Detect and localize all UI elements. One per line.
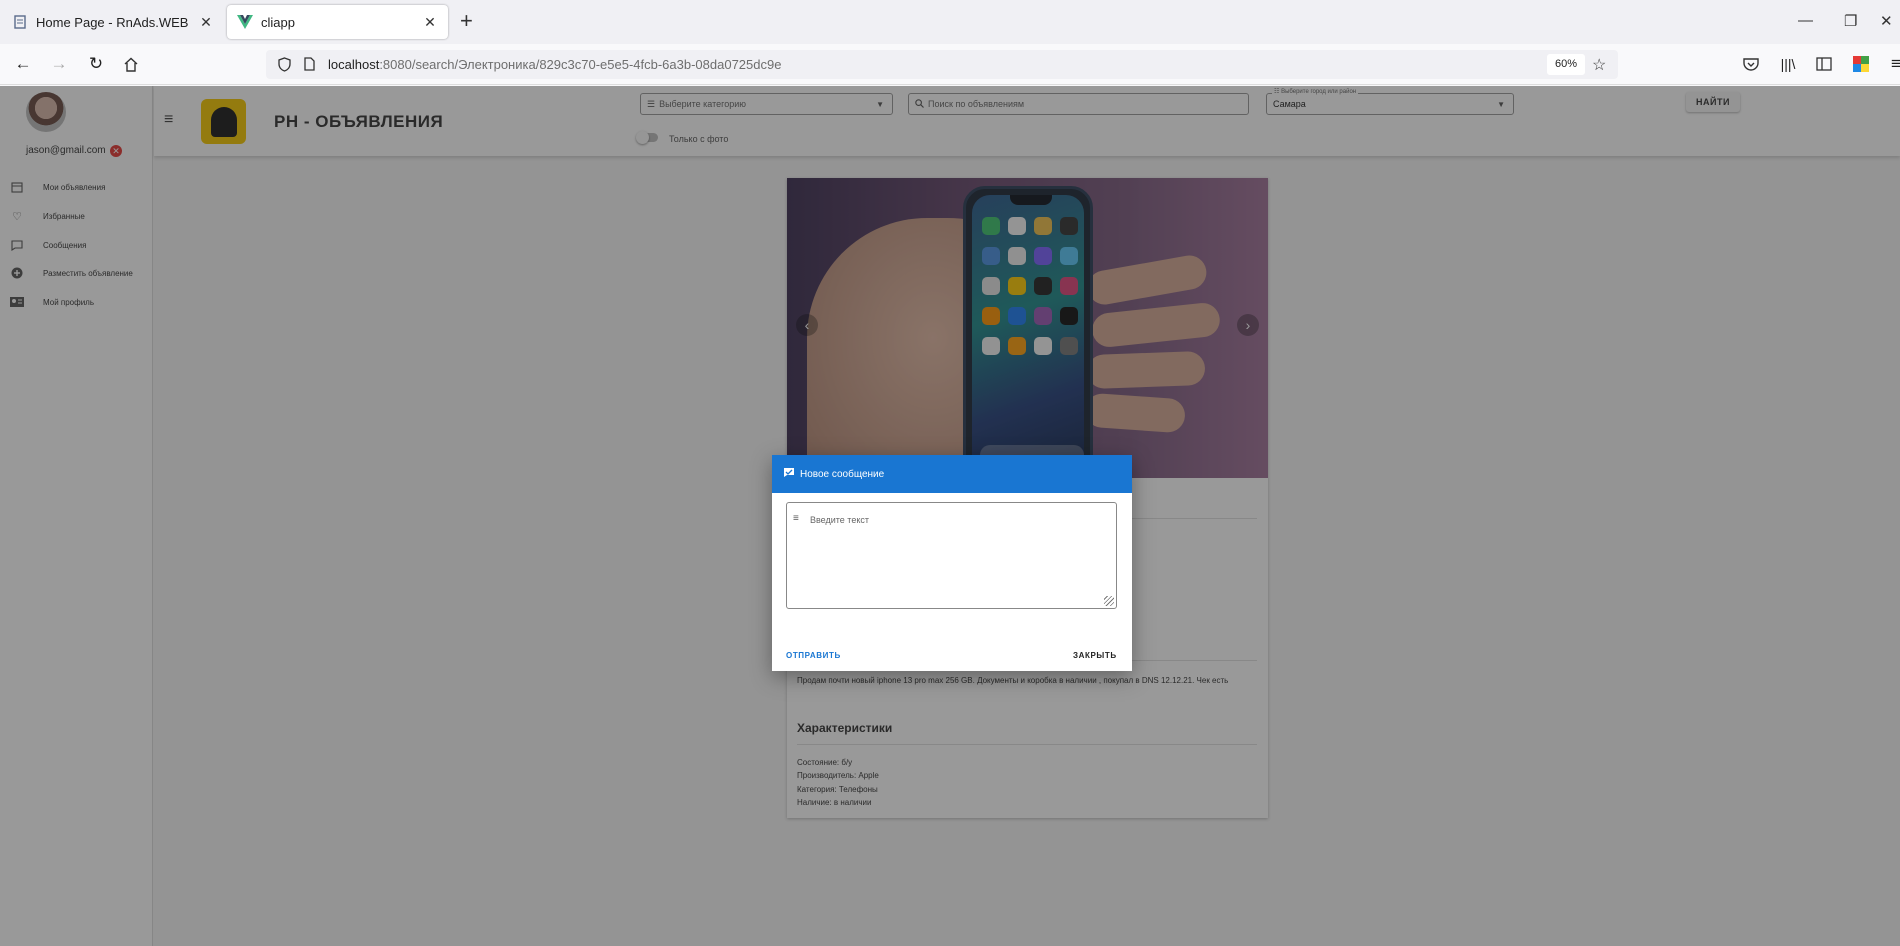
- resize-handle-icon[interactable]: [1104, 596, 1114, 606]
- tab-cliapp[interactable]: cliapp ✕: [227, 5, 448, 39]
- extension-icon[interactable]: [1851, 54, 1871, 74]
- new-message-dialog: Новое сообщение ≡ Введите текст ОТПРАВИТ…: [772, 455, 1132, 671]
- message-textarea[interactable]: ≡ Введите текст: [786, 502, 1117, 609]
- vue-logo-icon: [237, 14, 253, 30]
- restore-icon[interactable]: ❐: [1844, 12, 1857, 30]
- tab-title: Home Page - RnAds.WEB: [36, 14, 189, 30]
- browser-nav-bar: ← → ↻ localhost:8080/search/Электроника/…: [0, 44, 1900, 85]
- browser-tab-bar: Home Page - RnAds.WEB ✕ cliapp ✕ + — ❐ ✕: [0, 0, 1900, 44]
- tab-home-page[interactable]: Home Page - RnAds.WEB ✕: [2, 5, 224, 39]
- message-placeholder: Введите текст: [810, 515, 869, 525]
- close-window-icon[interactable]: ✕: [1880, 12, 1893, 30]
- bookmark-star-icon[interactable]: ☆: [1592, 55, 1606, 75]
- dialog-header: Новое сообщение: [772, 455, 1132, 493]
- tab-title: cliapp: [261, 14, 295, 30]
- document-icon: [12, 14, 28, 30]
- menu-icon[interactable]: ≡: [1886, 54, 1900, 74]
- page-icon[interactable]: [304, 57, 315, 76]
- minimize-icon[interactable]: —: [1798, 12, 1813, 29]
- send-button[interactable]: ОТПРАВИТЬ: [786, 651, 841, 660]
- library-icon[interactable]: |||\: [1778, 54, 1798, 74]
- shield-icon[interactable]: [278, 57, 291, 77]
- new-tab-icon[interactable]: +: [460, 10, 473, 32]
- message-edit-icon: [783, 467, 795, 481]
- reload-icon[interactable]: ↻: [86, 54, 106, 74]
- text-edit-icon: ≡: [793, 513, 799, 524]
- forward-icon[interactable]: →: [49, 54, 69, 74]
- pocket-icon[interactable]: [1741, 54, 1761, 74]
- url-text: localhost:8080/search/Электроника/829c3c…: [328, 57, 782, 72]
- zoom-level[interactable]: 60%: [1547, 54, 1585, 75]
- close-tab-icon[interactable]: ✕: [422, 14, 438, 31]
- close-tab-icon[interactable]: ✕: [198, 14, 214, 31]
- back-icon[interactable]: ←: [13, 54, 33, 74]
- dialog-title: Новое сообщение: [800, 468, 885, 480]
- address-bar[interactable]: localhost:8080/search/Электроника/829c3c…: [266, 50, 1618, 79]
- sidebar-toggle-icon[interactable]: [1814, 54, 1834, 74]
- close-button[interactable]: ЗАКРЫТЬ: [1073, 651, 1117, 660]
- home-icon[interactable]: [121, 54, 141, 74]
